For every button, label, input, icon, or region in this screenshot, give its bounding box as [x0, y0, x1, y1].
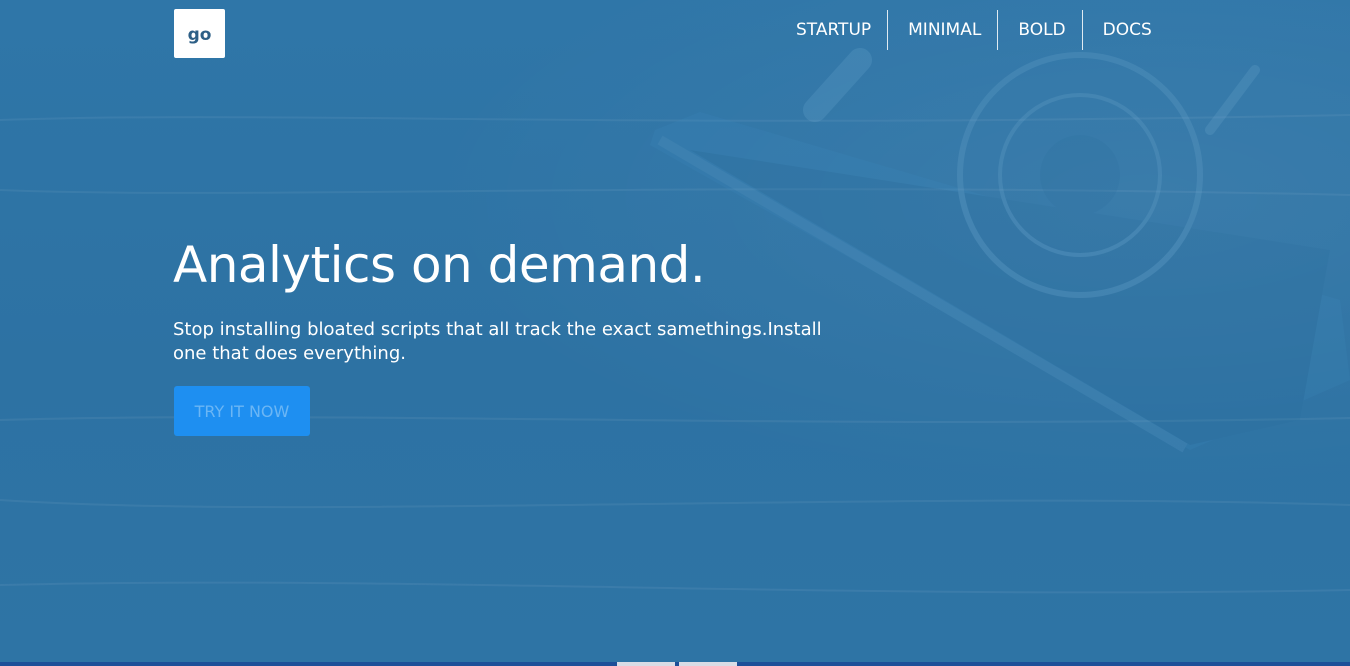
nav-item-startup[interactable]: STARTUP — [780, 10, 887, 50]
nav-item-docs[interactable]: DOCS — [1081, 10, 1168, 50]
nav-item-minimal[interactable]: MINIMAL — [887, 10, 997, 50]
taskbar-button[interactable] — [679, 662, 737, 666]
logo-text: go — [187, 24, 212, 45]
hero-section: go STARTUP MINIMAL BOLD DOCS Analytics o… — [0, 0, 1350, 662]
try-it-now-button[interactable]: TRY IT NOW — [174, 386, 310, 436]
main-nav: STARTUP MINIMAL BOLD DOCS — [780, 10, 1168, 50]
nav-item-bold[interactable]: BOLD — [997, 10, 1081, 50]
hero-title: Analytics on demand. — [173, 236, 706, 294]
taskbar — [0, 662, 1350, 666]
logo[interactable]: go — [174, 9, 225, 58]
hero-subtitle: Stop installing bloated scripts that all… — [173, 319, 822, 364]
taskbar-button[interactable] — [617, 662, 675, 666]
